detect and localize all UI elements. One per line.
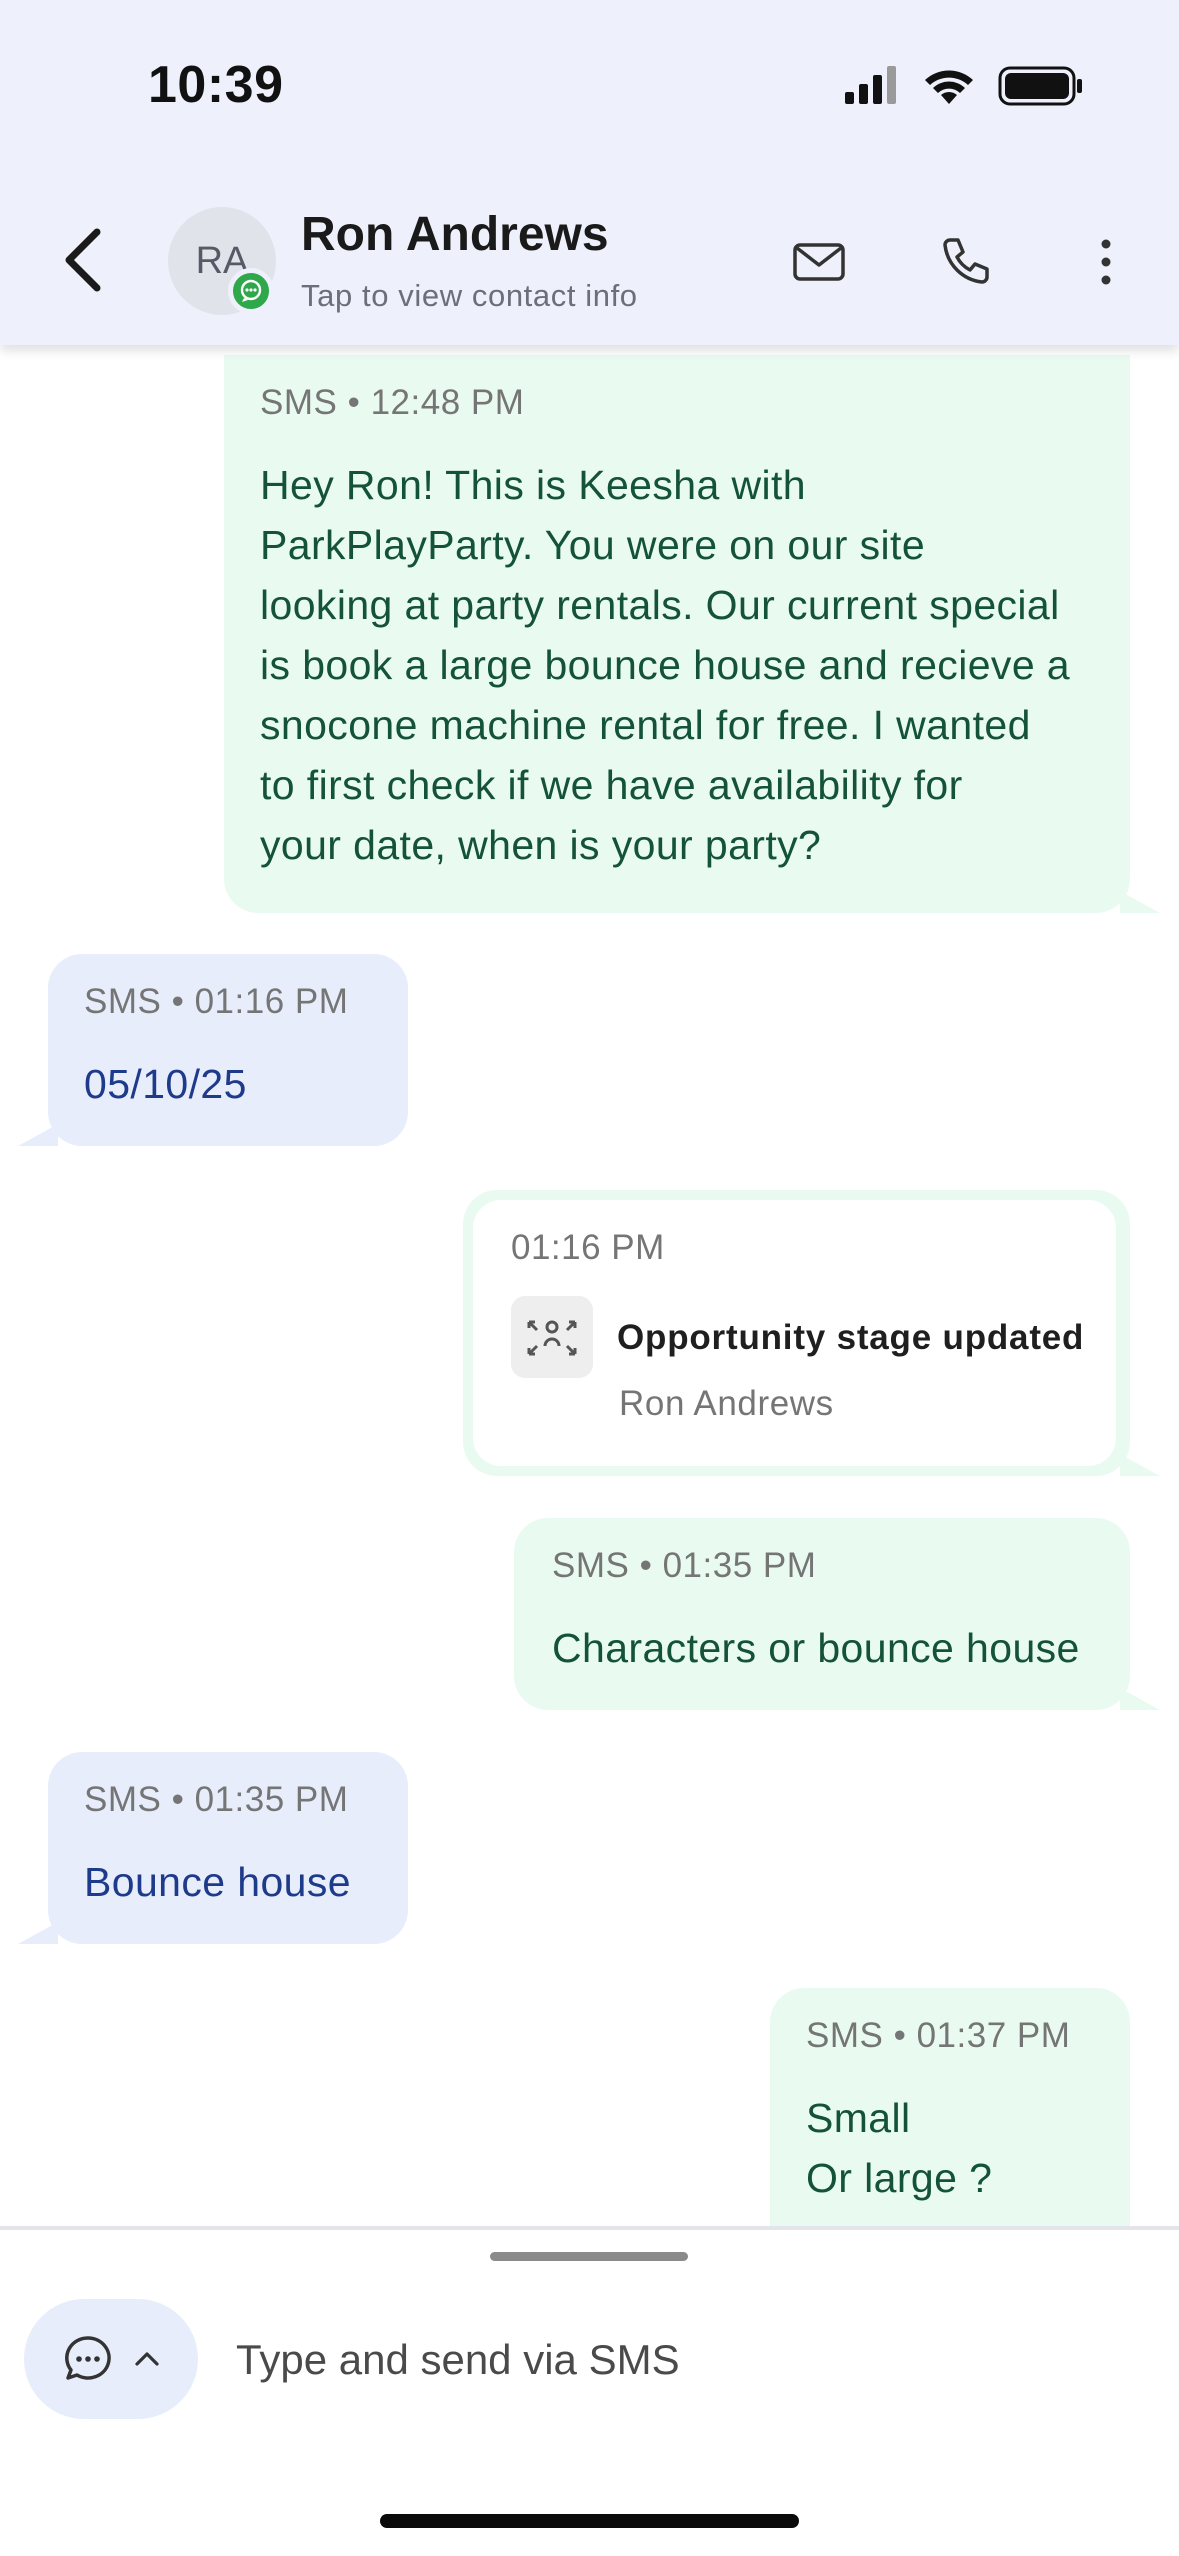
message-text: Characters or bounce house [552, 1618, 1080, 1678]
battery-icon [998, 66, 1082, 106]
more-options-icon[interactable] [1076, 232, 1136, 292]
message-meta: SMS • 01:35 PM [552, 1546, 816, 1586]
message-channel: SMS [84, 1780, 162, 1819]
message-bubble-outgoing[interactable]: SMS • 01:37 PM Small Or large ? [770, 1988, 1130, 2226]
message-bubble-incoming[interactable]: SMS • 01:16 PM 05/10/25 [48, 954, 408, 1146]
message-meta: SMS • 01:35 PM [84, 1780, 348, 1820]
message-time: 01:16 PM [194, 982, 349, 1021]
message-meta: SMS • 01:16 PM [84, 982, 348, 1022]
message-line: Small [806, 2095, 911, 2141]
message-text: Hey Ron! This is Keesha with ParkPlayPar… [260, 455, 1070, 875]
meta-dot: • [893, 2016, 917, 2055]
message-line: ParkPlayParty. You were on our site [260, 522, 926, 568]
drag-handle[interactable] [490, 2252, 688, 2261]
chat-bubble-icon [65, 2336, 111, 2380]
meta-dot: • [347, 383, 371, 422]
message-line: Bounce house [84, 1859, 351, 1905]
chevron-up-icon [135, 2352, 159, 2366]
bubble-tail [18, 1922, 58, 1944]
activity-time: 01:16 PM [511, 1228, 665, 1267]
email-icon[interactable] [789, 232, 849, 292]
message-text: Bounce house [84, 1852, 351, 1912]
status-icons [845, 66, 1082, 106]
wifi-icon [925, 70, 973, 104]
message-time: 01:35 PM [194, 1780, 349, 1819]
message-line: Characters or bounce house [552, 1625, 1080, 1671]
bubble-tail [1120, 1454, 1160, 1476]
activity-subtitle: Ron Andrews [619, 1384, 834, 1423]
bubble-tail [1120, 891, 1160, 913]
contact-info-link[interactable]: Tap to view contact info [301, 278, 638, 314]
message-channel: SMS [84, 982, 162, 1021]
message-line: looking at party rentals. Our current sp… [260, 582, 1060, 628]
message-time: 01:37 PM [916, 2016, 1071, 2055]
channel-selector-button[interactable] [24, 2299, 198, 2419]
message-line: Hey Ron! This is Keesha with [260, 462, 806, 508]
message-text: Small Or large ? [806, 2088, 992, 2208]
contact-name[interactable]: Ron Andrews [301, 207, 609, 262]
meta-dot: • [171, 982, 195, 1021]
sms-channel-badge-icon [228, 268, 274, 314]
home-indicator [380, 2514, 799, 2528]
activity-card[interactable]: 01:16 PM Opportunity stage updated Ron A… [463, 1190, 1130, 1476]
message-line: is book a large bounce house and recieve… [260, 642, 1071, 688]
message-bubble-incoming[interactable]: SMS • 01:35 PM Bounce house [48, 1752, 408, 1944]
conversation-header: 10:39 RA Ron Andrews Tap to view contact… [0, 0, 1179, 345]
message-line: 05/10/25 [84, 1061, 247, 1107]
message-channel: SMS [806, 2016, 884, 2055]
status-time: 10:39 [148, 56, 284, 114]
opportunity-icon [511, 1296, 593, 1378]
activity-title: Opportunity stage updated [617, 1318, 1085, 1357]
message-input[interactable] [236, 2330, 1116, 2390]
message-channel: SMS [552, 1546, 630, 1585]
message-channel: SMS [260, 383, 338, 422]
message-time: 12:48 PM [370, 383, 525, 422]
bubble-tail [1120, 1688, 1160, 1710]
cellular-signal-icon [845, 66, 896, 104]
message-line: your date, when is your party? [260, 822, 822, 868]
meta-dot: • [171, 1780, 195, 1819]
message-bubble-outgoing[interactable]: SMS • 01:35 PM Characters or bounce hous… [514, 1518, 1130, 1710]
message-bubble-outgoing[interactable]: SMS • 12:48 PM Hey Ron! This is Keesha w… [224, 355, 1130, 913]
message-line: snocone machine rental for free. I wante… [260, 702, 1031, 748]
phone-icon[interactable] [934, 232, 994, 292]
composer [0, 2230, 1179, 2556]
message-line: to first check if we have availability f… [260, 762, 963, 808]
back-button[interactable] [55, 220, 115, 300]
message-time: 01:35 PM [662, 1546, 817, 1585]
meta-dot: • [639, 1546, 663, 1585]
message-meta: SMS • 01:37 PM [806, 2016, 1070, 2056]
message-line: Or large ? [806, 2155, 993, 2201]
bubble-tail [18, 1124, 58, 1146]
message-text: 05/10/25 [84, 1054, 247, 1114]
message-meta: SMS • 12:48 PM [260, 383, 524, 423]
